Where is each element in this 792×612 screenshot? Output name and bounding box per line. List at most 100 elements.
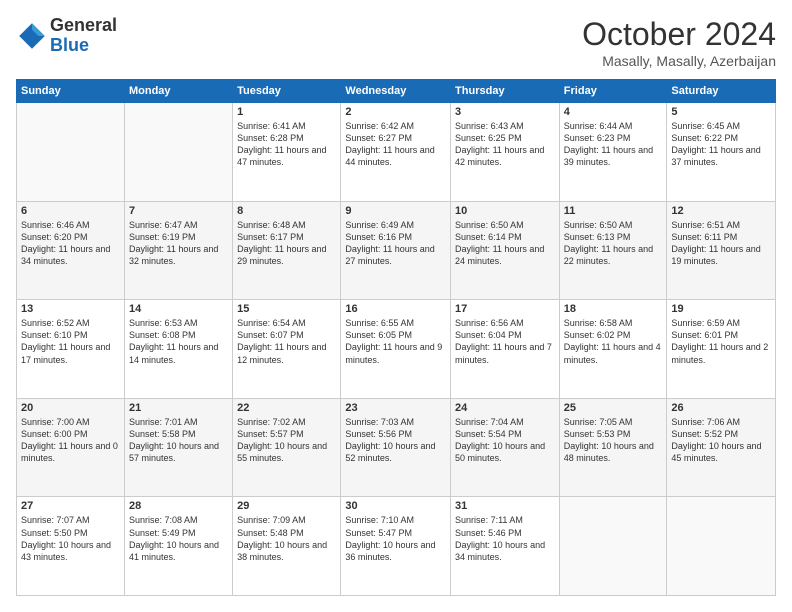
calendar-week-row: 13 Sunrise: 6:52 AMSunset: 6:10 PMDayligh…: [17, 300, 776, 399]
table-row: 1 Sunrise: 6:41 AMSunset: 6:28 PMDaylight…: [233, 103, 341, 202]
calendar-week-row: 27 Sunrise: 7:07 AMSunset: 5:50 PMDayligh…: [17, 497, 776, 596]
table-row: [559, 497, 667, 596]
table-row: 5 Sunrise: 6:45 AMSunset: 6:22 PMDaylight…: [667, 103, 776, 202]
table-row: 16 Sunrise: 6:55 AMSunset: 6:05 PMDayligh…: [341, 300, 451, 399]
col-friday: Friday: [559, 80, 667, 103]
day-number: 10: [455, 205, 555, 217]
calendar-week-row: 1 Sunrise: 6:41 AMSunset: 6:28 PMDaylight…: [17, 103, 776, 202]
day-number: 13: [21, 303, 120, 315]
table-row: [667, 497, 776, 596]
day-number: 25: [564, 402, 663, 414]
day-number: 5: [671, 106, 771, 118]
day-number: 16: [345, 303, 446, 315]
day-number: 15: [237, 303, 336, 315]
table-row: 10Sunrise: 6:50 AMSunset: 6:14 PMDayligh…: [451, 201, 560, 300]
day-info: Sunrise: 6:46 AMSunset: 6:20 PMDaylight:…: [21, 219, 120, 268]
day-info: Sunrise: 6:42 AMSunset: 6:27 PMDaylight:…: [345, 120, 446, 169]
day-info: Sunrise: 6:51 AMSunset: 6:11 PMDaylight:…: [671, 219, 771, 268]
day-info: Sunrise: 6:55 AMSunset: 6:05 PMDaylight:…: [345, 317, 446, 366]
day-number: 24: [455, 402, 555, 414]
day-number: 22: [237, 402, 336, 414]
day-info: Sunrise: 7:02 AMSunset: 5:57 PMDaylight:…: [237, 416, 336, 465]
table-row: 3 Sunrise: 6:43 AMSunset: 6:25 PMDaylight…: [451, 103, 560, 202]
day-number: 19: [671, 303, 771, 315]
day-number: 3: [455, 106, 555, 118]
calendar-week-row: 20Sunrise: 7:00 AMSunset: 6:00 PMDayligh…: [17, 398, 776, 497]
table-row: 28 Sunrise: 7:08 AMSunset: 5:49 PMDayligh…: [124, 497, 232, 596]
table-row: 24 Sunrise: 7:04 AMSunset: 5:54 PMDayligh…: [451, 398, 560, 497]
col-saturday: Saturday: [667, 80, 776, 103]
day-info: Sunrise: 7:03 AMSunset: 5:56 PMDaylight:…: [345, 416, 446, 465]
day-number: 18: [564, 303, 663, 315]
title-block: October 2024 Masally, Masally, Azerbaija…: [582, 16, 776, 69]
day-info: Sunrise: 7:04 AMSunset: 5:54 PMDaylight:…: [455, 416, 555, 465]
location-subtitle: Masally, Masally, Azerbaijan: [582, 53, 776, 69]
table-row: 4 Sunrise: 6:44 AMSunset: 6:23 PMDaylight…: [559, 103, 667, 202]
table-row: 26 Sunrise: 7:06 AMSunset: 5:52 PMDayligh…: [667, 398, 776, 497]
calendar-table: Sunday Monday Tuesday Wednesday Thursday…: [16, 79, 776, 596]
col-sunday: Sunday: [17, 80, 125, 103]
month-title: October 2024: [582, 16, 776, 53]
day-info: Sunrise: 7:05 AMSunset: 5:53 PMDaylight:…: [564, 416, 663, 465]
day-info: Sunrise: 6:58 AMSunset: 6:02 PMDaylight:…: [564, 317, 663, 366]
day-info: Sunrise: 7:08 AMSunset: 5:49 PMDaylight:…: [129, 514, 228, 563]
day-number: 31: [455, 500, 555, 512]
day-info: Sunrise: 6:47 AMSunset: 6:19 PMDaylight:…: [129, 219, 228, 268]
day-info: Sunrise: 7:07 AMSunset: 5:50 PMDaylight:…: [21, 514, 120, 563]
col-thursday: Thursday: [451, 80, 560, 103]
day-info: Sunrise: 7:01 AMSunset: 5:58 PMDaylight:…: [129, 416, 228, 465]
day-info: Sunrise: 7:06 AMSunset: 5:52 PMDaylight:…: [671, 416, 771, 465]
day-info: Sunrise: 7:11 AMSunset: 5:46 PMDaylight:…: [455, 514, 555, 563]
table-row: 13 Sunrise: 6:52 AMSunset: 6:10 PMDayligh…: [17, 300, 125, 399]
day-number: 7: [129, 205, 228, 217]
day-info: Sunrise: 6:48 AMSunset: 6:17 PMDaylight:…: [237, 219, 336, 268]
table-row: 31 Sunrise: 7:11 AMSunset: 5:46 PMDayligh…: [451, 497, 560, 596]
table-row: 8 Sunrise: 6:48 AMSunset: 6:17 PMDaylight…: [233, 201, 341, 300]
table-row: 12Sunrise: 6:51 AMSunset: 6:11 PMDayligh…: [667, 201, 776, 300]
day-number: 1: [237, 106, 336, 118]
day-info: Sunrise: 7:09 AMSunset: 5:48 PMDaylight:…: [237, 514, 336, 563]
col-wednesday: Wednesday: [341, 80, 451, 103]
page: General Blue October 2024 Masally, Masal…: [0, 0, 792, 612]
header: General Blue October 2024 Masally, Masal…: [16, 16, 776, 69]
day-number: 2: [345, 106, 446, 118]
day-info: Sunrise: 6:41 AMSunset: 6:28 PMDaylight:…: [237, 120, 336, 169]
day-info: Sunrise: 6:45 AMSunset: 6:22 PMDaylight:…: [671, 120, 771, 169]
table-row: 23 Sunrise: 7:03 AMSunset: 5:56 PMDayligh…: [341, 398, 451, 497]
day-info: Sunrise: 6:44 AMSunset: 6:23 PMDaylight:…: [564, 120, 663, 169]
table-row: [17, 103, 125, 202]
day-number: 8: [237, 205, 336, 217]
table-row: 14Sunrise: 6:53 AMSunset: 6:08 PMDayligh…: [124, 300, 232, 399]
col-monday: Monday: [124, 80, 232, 103]
day-number: 4: [564, 106, 663, 118]
day-number: 21: [129, 402, 228, 414]
day-number: 27: [21, 500, 120, 512]
table-row: 20Sunrise: 7:00 AMSunset: 6:00 PMDayligh…: [17, 398, 125, 497]
day-info: Sunrise: 7:10 AMSunset: 5:47 PMDaylight:…: [345, 514, 446, 563]
table-row: 15 Sunrise: 6:54 AMSunset: 6:07 PMDayligh…: [233, 300, 341, 399]
table-row: 11Sunrise: 6:50 AMSunset: 6:13 PMDayligh…: [559, 201, 667, 300]
day-info: Sunrise: 6:53 AMSunset: 6:08 PMDaylight:…: [129, 317, 228, 366]
day-info: Sunrise: 6:54 AMSunset: 6:07 PMDaylight:…: [237, 317, 336, 366]
calendar-header-row: Sunday Monday Tuesday Wednesday Thursday…: [17, 80, 776, 103]
table-row: 27 Sunrise: 7:07 AMSunset: 5:50 PMDayligh…: [17, 497, 125, 596]
day-info: Sunrise: 6:56 AMSunset: 6:04 PMDaylight:…: [455, 317, 555, 366]
day-number: 6: [21, 205, 120, 217]
day-number: 17: [455, 303, 555, 315]
logo: General Blue: [16, 16, 117, 56]
day-number: 26: [671, 402, 771, 414]
col-tuesday: Tuesday: [233, 80, 341, 103]
calendar-week-row: 6 Sunrise: 6:46 AMSunset: 6:20 PMDaylight…: [17, 201, 776, 300]
table-row: [124, 103, 232, 202]
day-info: Sunrise: 6:43 AMSunset: 6:25 PMDaylight:…: [455, 120, 555, 169]
day-number: 23: [345, 402, 446, 414]
table-row: 7 Sunrise: 6:47 AMSunset: 6:19 PMDaylight…: [124, 201, 232, 300]
day-number: 20: [21, 402, 120, 414]
day-number: 28: [129, 500, 228, 512]
day-info: Sunrise: 6:52 AMSunset: 6:10 PMDaylight:…: [21, 317, 120, 366]
table-row: 18 Sunrise: 6:58 AMSunset: 6:02 PMDayligh…: [559, 300, 667, 399]
table-row: 21 Sunrise: 7:01 AMSunset: 5:58 PMDayligh…: [124, 398, 232, 497]
table-row: 29Sunrise: 7:09 AMSunset: 5:48 PMDayligh…: [233, 497, 341, 596]
day-number: 9: [345, 205, 446, 217]
table-row: 30Sunrise: 7:10 AMSunset: 5:47 PMDayligh…: [341, 497, 451, 596]
